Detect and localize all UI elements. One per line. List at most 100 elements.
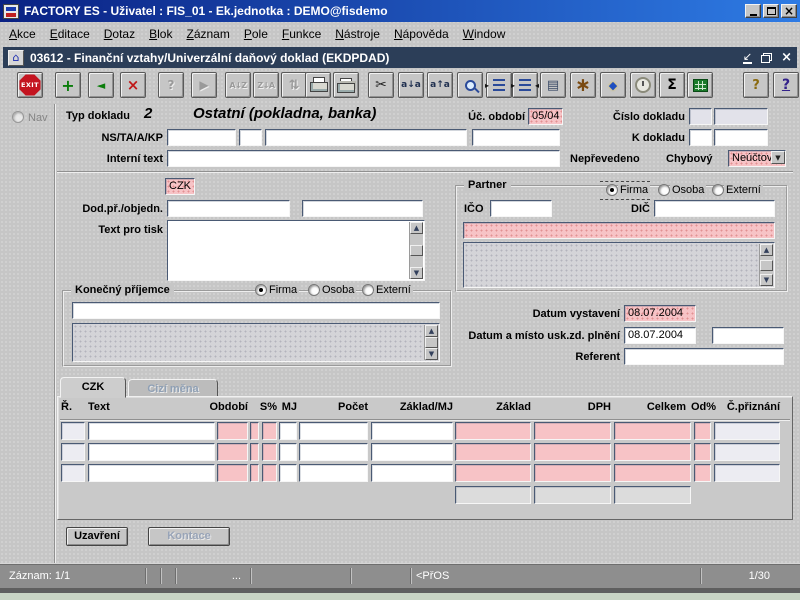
cut-button[interactable]: ✂	[368, 72, 394, 98]
print-button[interactable]	[305, 72, 331, 98]
mj-cell[interactable]	[279, 443, 297, 461]
menu-window[interactable]: Window	[463, 27, 506, 41]
scroll-thumb[interactable]	[410, 245, 423, 256]
mdi-minimize-button[interactable]: ↙	[743, 51, 752, 64]
obdobi-cell[interactable]	[217, 422, 248, 440]
mdi-restore-button[interactable]	[761, 53, 772, 63]
pocet-cell[interactable]	[299, 443, 368, 461]
dph-cell[interactable]	[534, 422, 611, 440]
partner-radio-externi[interactable]	[712, 184, 724, 196]
menu-napoveda[interactable]: Nápověda	[394, 27, 449, 41]
list-of-values-button[interactable]: ◆	[600, 72, 626, 98]
insert-record-button[interactable]: +	[55, 72, 81, 98]
ns-field-1[interactable]	[167, 129, 236, 146]
partner-radio-firma[interactable]	[606, 184, 618, 196]
ns-field-4[interactable]	[472, 129, 560, 146]
text-cell[interactable]	[88, 464, 215, 482]
menu-funkce[interactable]: Funkce	[282, 27, 321, 41]
partner-radio-externi-label[interactable]: Externí	[724, 184, 763, 196]
konecny-name-field[interactable]	[72, 302, 440, 319]
mj-cell[interactable]	[279, 464, 297, 482]
help-context-button[interactable]: ?	[743, 72, 769, 98]
dod-field-2[interactable]	[302, 200, 423, 217]
menu-pole[interactable]: Pole	[244, 27, 268, 41]
zaklad-mj-cell[interactable]	[371, 422, 453, 440]
scroll-down-icon[interactable]: ▼	[760, 274, 773, 286]
dph-cell[interactable]	[534, 464, 611, 482]
scroll-thumb[interactable]	[425, 337, 438, 348]
zaklad-cell[interactable]	[455, 464, 531, 482]
sazba-cell[interactable]	[262, 464, 277, 482]
dod-field-1[interactable]	[167, 200, 290, 217]
uc-obdobi-field[interactable]: 05/04	[528, 108, 563, 125]
zaklad-cell[interactable]	[455, 422, 531, 440]
konecny-radio-externi-label[interactable]: Externí	[374, 284, 413, 296]
celkem-cell[interactable]	[614, 422, 691, 440]
stav-dropdown-arrow[interactable]: ▼	[771, 151, 785, 164]
flag-cell[interactable]	[250, 422, 259, 440]
sazba-cell[interactable]	[262, 443, 277, 461]
celkem-cell[interactable]	[614, 464, 691, 482]
misto-plneni-field[interactable]	[712, 327, 784, 344]
uzavreni-button[interactable]: Uzavření	[66, 527, 128, 546]
konecny-address-scrollbar[interactable]: ▲ ▼	[424, 325, 438, 360]
scroll-down-icon[interactable]: ▼	[410, 267, 423, 279]
scroll-up-icon[interactable]: ▲	[410, 222, 423, 234]
tab-czk[interactable]: CZK	[60, 377, 126, 398]
dic-field[interactable]	[654, 200, 775, 217]
excel-export-button[interactable]	[687, 72, 713, 98]
flag-cell[interactable]	[250, 464, 259, 482]
minimize-button[interactable]	[745, 4, 761, 18]
obdobi-cell[interactable]	[217, 443, 248, 461]
menu-nastroje[interactable]: Nástroje	[335, 27, 380, 41]
od-cell[interactable]	[694, 422, 711, 440]
text-pro-tisk-area[interactable]: ▲ ▼	[167, 220, 425, 281]
konecny-address-area[interactable]: ▲ ▼	[72, 323, 440, 362]
text-cell[interactable]	[88, 443, 215, 461]
partner-address-area[interactable]: ▲ ▼	[463, 242, 775, 288]
zaklad-mj-cell[interactable]	[371, 464, 453, 482]
mj-cell[interactable]	[279, 422, 297, 440]
zaklad-mj-cell[interactable]	[371, 443, 453, 461]
obdobi-cell[interactable]	[217, 464, 248, 482]
mena-field[interactable]: CZK	[165, 178, 195, 195]
zaklad-cell[interactable]	[455, 443, 531, 461]
referent-field[interactable]	[624, 348, 784, 365]
helm-button[interactable]: ∗	[570, 72, 596, 98]
record-list-detail-button[interactable]	[512, 72, 538, 98]
partner-address-scrollbar[interactable]: ▲ ▼	[759, 244, 773, 286]
partner-name-field[interactable]	[463, 222, 775, 239]
sazba-cell[interactable]	[262, 422, 277, 440]
menu-editace[interactable]: Editace	[50, 27, 90, 41]
calculator-button[interactable]	[630, 72, 656, 98]
record-list-button[interactable]	[486, 72, 512, 98]
close-button[interactable]: ×	[781, 4, 797, 18]
scroll-thumb[interactable]	[760, 260, 773, 271]
help-button[interactable]: ?	[773, 72, 799, 98]
od-cell[interactable]	[694, 464, 711, 482]
pocet-cell[interactable]	[299, 464, 368, 482]
dph-cell[interactable]	[534, 443, 611, 461]
delete-record-button[interactable]: ×	[120, 72, 146, 98]
ns-field-3[interactable]	[265, 129, 467, 146]
partner-radio-firma-label[interactable]: Firma	[618, 184, 650, 196]
celkem-cell[interactable]	[614, 443, 691, 461]
ico-field[interactable]	[490, 200, 552, 217]
konecny-radio-osoba-label[interactable]: Osoba	[320, 284, 356, 296]
paste-field-button[interactable]: a↑a	[427, 72, 453, 98]
menu-akce[interactable]: Akce	[9, 27, 36, 41]
od-cell[interactable]	[694, 443, 711, 461]
datum-plneni-field[interactable]: 08.07.2004	[624, 327, 696, 344]
detail-card-button[interactable]: ▤	[540, 72, 566, 98]
sum-button[interactable]: Σ	[659, 72, 685, 98]
k-dokladu-field-1[interactable]	[689, 129, 712, 146]
ns-field-2[interactable]	[239, 129, 262, 146]
menu-zaznam[interactable]: Záznam	[186, 27, 229, 41]
k-dokladu-field-2[interactable]	[714, 129, 768, 146]
konecny-radio-externi[interactable]	[362, 284, 374, 296]
partner-radio-osoba-label[interactable]: Osoba	[670, 184, 706, 196]
copy-field-button[interactable]: a↓a	[398, 72, 424, 98]
flag-cell[interactable]	[250, 443, 259, 461]
partner-radio-osoba[interactable]	[658, 184, 670, 196]
menu-blok[interactable]: Blok	[149, 27, 172, 41]
